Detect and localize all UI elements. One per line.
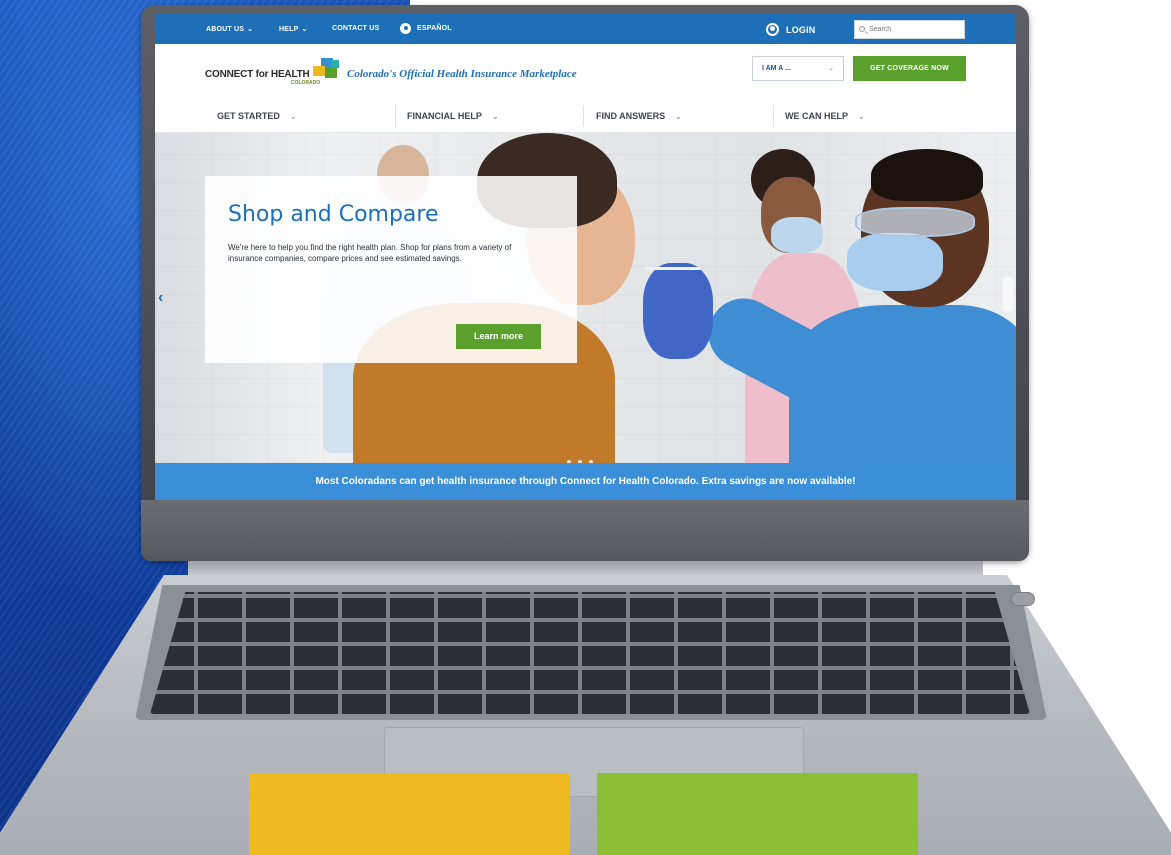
power-button	[1011, 592, 1035, 606]
learn-more-button[interactable]: Learn more	[456, 324, 541, 349]
nav-find-answers[interactable]: FIND ANSWERS ⌄	[596, 99, 682, 133]
nav-help[interactable]: HELP ⌄	[279, 25, 308, 33]
photo-person	[847, 233, 943, 291]
nav-get-started-label: GET STARTED	[217, 111, 280, 121]
user-icon	[766, 23, 779, 36]
photo-person	[871, 149, 983, 201]
nav-contact-us[interactable]: CONTACT US	[332, 25, 379, 32]
laptop-bezel-bottom	[141, 500, 1029, 561]
carousel-dots	[567, 451, 600, 463]
laptop-screen: ABOUT US ⌄ HELP ⌄ CONTACT US ESPAÑOL LOGIN…	[155, 14, 1016, 500]
carousel-next-button[interactable]	[1003, 277, 1013, 311]
green-color-block	[597, 773, 918, 855]
i-am-a-select[interactable]: I AM A ... ⌄	[752, 56, 844, 81]
hero-title: Shop and Compare	[228, 202, 439, 227]
nav-financial-help[interactable]: FINANCIAL HELP ⌄	[407, 99, 499, 133]
chevron-down-icon: ⌄	[247, 26, 254, 33]
hero-carousel: Shop and Compare We're here to help you …	[155, 133, 1016, 463]
photo-person	[855, 207, 975, 237]
keyboard-rows	[150, 592, 1030, 714]
i-am-a-label: I AM A ...	[762, 65, 791, 72]
nav-get-started[interactable]: GET STARTED ⌄	[217, 99, 297, 133]
nav-we-can-help-label: WE CAN HELP	[785, 111, 848, 121]
get-coverage-now-button[interactable]: GET COVERAGE NOW	[853, 56, 966, 81]
login-link[interactable]: LOGIN	[786, 25, 816, 35]
chevron-down-icon: ⌄	[858, 112, 865, 121]
search-icon	[859, 26, 865, 32]
chevron-down-icon: ⌄	[491, 112, 499, 121]
chevron-down-icon: ⌄	[828, 65, 834, 72]
nav-we-can-help[interactable]: WE CAN HELP ⌄	[785, 99, 865, 133]
globe-icon	[400, 23, 411, 34]
site-logo[interactable]: CONNECT for HEALTH COLORADO	[205, 56, 345, 90]
site-header: CONNECT for HEALTH COLORADO Colorado's O…	[155, 44, 1016, 99]
about-us-label: ABOUT US	[206, 26, 245, 33]
search-box	[854, 20, 965, 39]
photo-person	[645, 267, 701, 270]
colorado-map-logo-icon	[313, 58, 339, 78]
photo-person	[789, 305, 1016, 463]
photo-person	[643, 263, 713, 359]
help-label: HELP	[279, 26, 299, 33]
nav-divider	[773, 105, 774, 127]
site-tagline: Colorado's Official Health Insurance Mar…	[347, 68, 577, 80]
utility-bar: ABOUT US ⌄ HELP ⌄ CONTACT US ESPAÑOL LOGIN	[155, 14, 1016, 44]
chevron-down-icon: ⌄	[301, 26, 308, 33]
laptop-hinge	[188, 561, 983, 575]
language-espanol-link[interactable]: ESPAÑOL	[417, 25, 452, 32]
nav-divider	[395, 105, 396, 127]
carousel-prev-icon[interactable]: ‹	[158, 289, 163, 307]
photo-person	[771, 217, 823, 253]
nav-financial-help-label: FINANCIAL HELP	[407, 111, 482, 121]
hero-body-text: We're here to help you find the right he…	[228, 243, 512, 263]
chevron-down-icon: ⌄	[289, 112, 297, 121]
main-navigation: GET STARTED ⌄ FINANCIAL HELP ⌄ FIND ANSWER…	[155, 99, 1016, 133]
announcement-banner: Most Coloradans can get health insurance…	[155, 463, 1016, 500]
nav-about-us[interactable]: ABOUT US ⌄	[206, 25, 253, 33]
nav-divider	[583, 105, 584, 127]
search-input[interactable]	[869, 23, 961, 36]
yellow-color-block	[249, 773, 570, 855]
nav-find-answers-label: FIND ANSWERS	[596, 111, 666, 121]
chevron-down-icon: ⌄	[675, 112, 682, 121]
logo-text: CONNECT for HEALTH	[205, 69, 310, 80]
hero-card: Shop and Compare We're here to help you …	[205, 176, 577, 363]
